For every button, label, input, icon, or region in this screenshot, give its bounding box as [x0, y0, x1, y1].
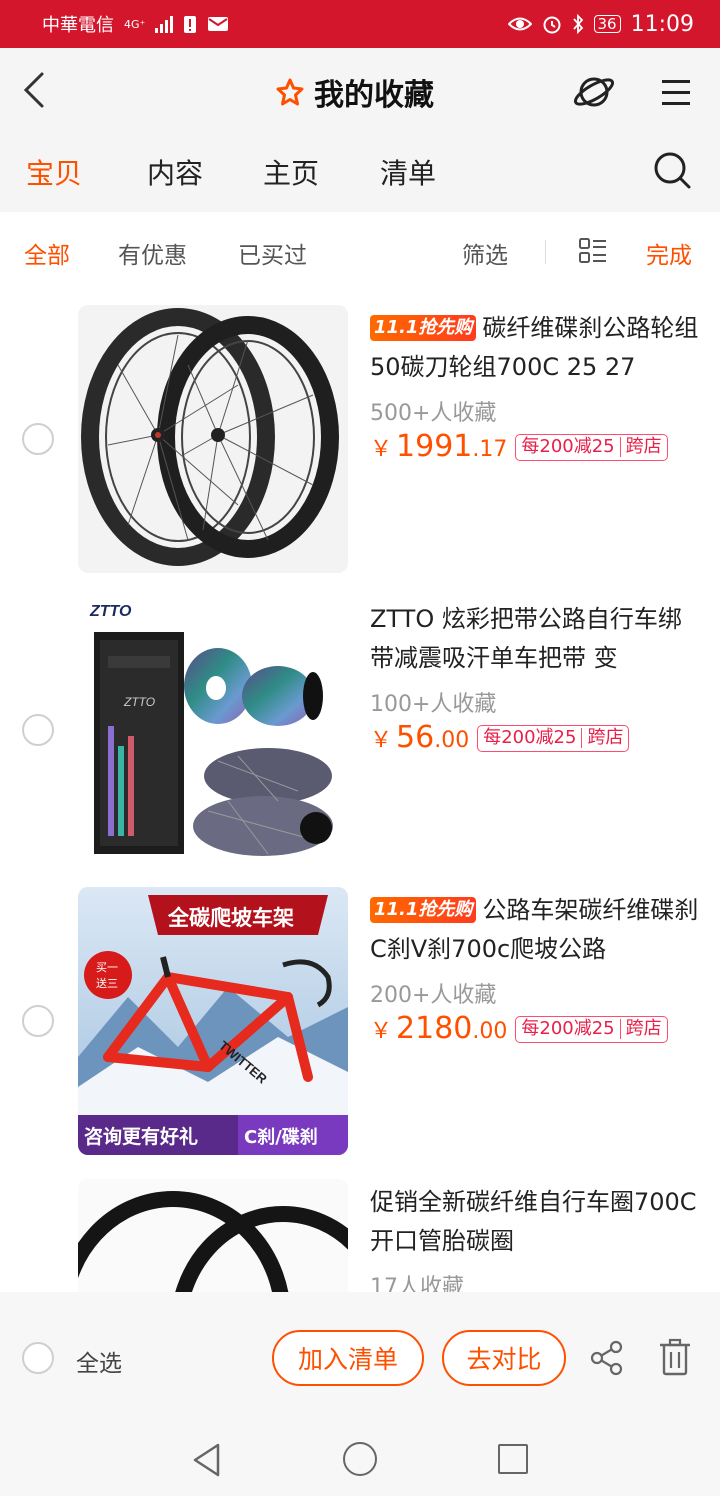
bottom-action-bar: 全选 加入清单 去对比	[0, 1292, 720, 1426]
nav-back-icon[interactable]	[190, 1442, 224, 1478]
list-item[interactable]: 11.1抢先购 碳纤维碟刹公路轮组50碳刀轮组700C 25 27 500+人收藏…	[0, 305, 720, 575]
add-to-list-button[interactable]: 加入清单	[272, 1330, 424, 1386]
price-row: ￥ 56 .00 每200减25 跨店	[370, 720, 630, 756]
tab-homepage[interactable]: 主页	[263, 152, 319, 192]
coupon-text: 每200减25	[483, 727, 577, 748]
system-nav-bar	[0, 1426, 720, 1496]
trash-icon[interactable]	[658, 1338, 692, 1376]
done-button[interactable]: 完成	[646, 236, 692, 270]
alert-icon	[184, 16, 197, 33]
item-title[interactable]: 11.1抢先购 碳纤维碟刹公路轮组50碳刀轮组700C 25 27	[370, 309, 700, 387]
banner-text: 全碳爬坡车架	[167, 906, 294, 930]
filter-discount[interactable]: 有优惠	[118, 236, 187, 270]
badge-text-top: 买一	[96, 961, 118, 974]
price-integer: 1991	[396, 429, 473, 464]
coupon-badge: 每200减25 跨店	[515, 433, 668, 461]
filter-button[interactable]: 筛选	[462, 236, 508, 270]
tab-content[interactable]: 内容	[147, 152, 203, 192]
wheelset-image	[78, 305, 348, 573]
coupon-text: 每200减25	[521, 1018, 615, 1039]
list-item[interactable]: ZTTO ZTTO ZTTO 炫彩把带公路自行车绑带减震吸汗单车把带 变 100…	[0, 596, 720, 866]
price-integer: 56	[396, 720, 435, 755]
carrier-name: 中華電信	[42, 15, 114, 36]
coupon-text: 每200减25	[521, 436, 615, 457]
item-title[interactable]: 11.1抢先购 公路车架碳纤维碟刹C刹V刹700c爬坡公路	[370, 891, 700, 969]
favorite-count: 500+人收藏	[370, 401, 497, 426]
favorite-count: 100+人收藏	[370, 692, 497, 717]
price-decimal: .00	[472, 1019, 508, 1044]
filter-bar: 全部 有优惠 已买过 筛选 完成	[0, 212, 720, 292]
nav-recent-apps-icon[interactable]	[498, 1444, 528, 1474]
mail-icon	[208, 17, 229, 31]
favorite-count: 200+人收藏	[370, 983, 497, 1008]
status-bar: 中華電信 4G⁺ 36 11:09	[0, 0, 720, 48]
signal-icon	[155, 15, 174, 33]
item-checkbox[interactable]	[22, 423, 54, 455]
alarm-icon	[543, 16, 560, 34]
product-image-wheelset[interactable]	[78, 305, 348, 573]
page-title-group: 我的收藏	[276, 70, 434, 114]
battery-level: 36	[593, 15, 621, 33]
product-image-frame[interactable]: 全碳爬坡车架 买一 送三 TWITTER 咨询更有好礼 C刹/碟刹	[78, 887, 348, 1155]
handlebar-tape-image: ZTTO ZTTO	[78, 596, 348, 864]
cross-store-text: 跨店	[625, 1018, 662, 1039]
network-type: 4G⁺	[124, 17, 146, 31]
price-row: ￥ 2180 .00 每200减25 跨店	[370, 1011, 668, 1047]
planet-icon[interactable]	[572, 70, 616, 114]
price-symbol: ￥	[370, 728, 393, 753]
item-title[interactable]: ZTTO 炫彩把带公路自行车绑带减震吸汗单车把带 变	[370, 600, 700, 678]
coupon-badge: 每200减25 跨店	[515, 1015, 668, 1043]
frame-image: 全碳爬坡车架 买一 送三 TWITTER 咨询更有好礼 C刹/碟刹	[78, 887, 348, 1155]
price-row: ￥ 1991 .17 每200减25 跨店	[370, 429, 668, 465]
price-integer: 2180	[396, 1011, 473, 1046]
tab-list[interactable]: 清单	[380, 152, 436, 192]
star-icon	[276, 78, 304, 106]
footer-text: 咨询更有好礼	[84, 1125, 198, 1148]
item-title-text: 促销全新碳纤维自行车圈700C开口管胎碳圈	[370, 1188, 697, 1255]
filter-all[interactable]: 全部	[24, 236, 70, 270]
badge-text-bottom: 送三	[96, 976, 118, 990]
bluetooth-icon	[572, 14, 583, 34]
app-header: 我的收藏	[0, 48, 720, 136]
footer-tag-text: C刹/碟刹	[244, 1127, 318, 1148]
favorite-count: 17人收藏	[370, 1275, 464, 1292]
chevron-left-icon[interactable]	[18, 70, 50, 110]
favorites-panel: 全部 有优惠 已买过 筛选 完成 11.1抢先购 碳纤维碟刹公路轮组50碳刀轮组…	[0, 212, 720, 1292]
divider	[545, 240, 546, 264]
item-checkbox[interactable]	[22, 714, 54, 746]
promo-tag: 11.1抢先购	[370, 897, 477, 923]
list-view-icon[interactable]	[578, 236, 608, 266]
price-decimal: .17	[472, 437, 508, 462]
eye-icon	[507, 17, 532, 31]
clock: 11:09	[630, 11, 694, 37]
select-all-checkbox[interactable]	[22, 1342, 54, 1374]
tab-baobei[interactable]: 宝贝	[26, 152, 82, 192]
hamburger-menu-icon[interactable]	[660, 74, 692, 110]
promo-tag: 11.1抢先购	[370, 315, 477, 341]
compare-button[interactable]: 去对比	[442, 1330, 566, 1386]
product-image-handlebar-tape[interactable]: ZTTO ZTTO	[78, 596, 348, 864]
search-icon[interactable]	[652, 150, 692, 190]
price-decimal: .00	[434, 728, 470, 753]
cross-store-text: 跨店	[625, 436, 662, 457]
price-symbol: ￥	[370, 437, 393, 462]
cross-store-text: 跨店	[587, 727, 624, 748]
product-image-rims[interactable]	[78, 1179, 348, 1292]
brand-logo: ZTTO	[89, 603, 132, 620]
item-title[interactable]: 促销全新碳纤维自行车圈700C开口管胎碳圈	[370, 1183, 700, 1261]
rims-image	[78, 1179, 348, 1292]
share-icon[interactable]	[590, 1340, 624, 1376]
list-item[interactable]: 全碳爬坡车架 买一 送三 TWITTER 咨询更有好礼 C刹/碟刹 11.1抢先…	[0, 887, 720, 1157]
coupon-badge: 每200减25 跨店	[477, 724, 630, 752]
category-tabs: 宝贝 内容 主页 清单	[0, 136, 720, 212]
page-title: 我的收藏	[314, 78, 434, 113]
list-item[interactable]: 促销全新碳纤维自行车圈700C开口管胎碳圈 17人收藏	[0, 1179, 720, 1292]
item-title-text: ZTTO 炫彩把带公路自行车绑带减震吸汗单车把带 变	[370, 605, 682, 672]
select-all-label[interactable]: 全选	[76, 1344, 122, 1378]
price-symbol: ￥	[370, 1019, 393, 1044]
filter-purchased[interactable]: 已买过	[238, 236, 307, 270]
nav-home-icon[interactable]	[343, 1442, 377, 1476]
box-logo: ZTTO	[123, 695, 155, 709]
item-checkbox[interactable]	[22, 1005, 54, 1037]
